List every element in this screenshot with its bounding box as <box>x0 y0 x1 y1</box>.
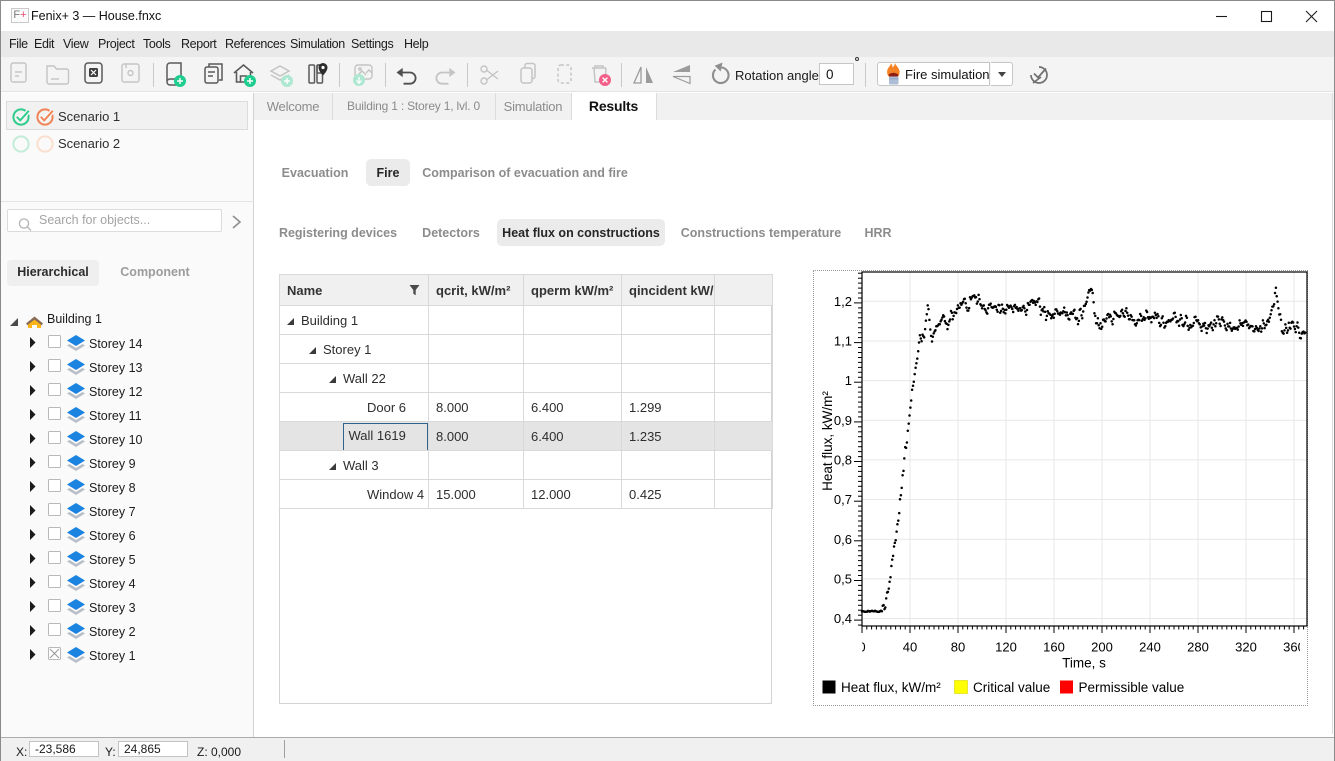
svg-text:320: 320 <box>1235 640 1257 655</box>
svg-text:Critical value: Critical value <box>973 680 1050 695</box>
svg-text:200: 200 <box>1091 640 1113 655</box>
svg-text:360: 360 <box>1283 640 1305 655</box>
svg-text:Heat flux, kW/m²: Heat flux, kW/m² <box>841 680 941 695</box>
svg-text:1: 1 <box>845 373 852 388</box>
svg-text:1,1: 1,1 <box>834 334 852 349</box>
svg-text:160: 160 <box>1043 640 1065 655</box>
svg-text:280: 280 <box>1187 640 1209 655</box>
svg-text:1,2: 1,2 <box>834 294 852 309</box>
svg-text:0,9: 0,9 <box>834 413 852 428</box>
svg-text:0,5: 0,5 <box>834 572 852 587</box>
svg-text:0,4: 0,4 <box>834 611 852 626</box>
svg-text:0,7: 0,7 <box>834 492 852 507</box>
svg-text:0,8: 0,8 <box>834 453 852 468</box>
svg-text:0,6: 0,6 <box>834 532 852 547</box>
svg-text:0: 0 <box>858 640 865 655</box>
svg-text:Time, s: Time, s <box>1062 656 1106 671</box>
svg-text:40: 40 <box>903 640 917 655</box>
svg-text:Heat flux, kW/m²: Heat flux, kW/m² <box>820 391 835 491</box>
svg-text:Permissible value: Permissible value <box>1079 680 1185 695</box>
svg-text:80: 80 <box>951 640 965 655</box>
svg-text:240: 240 <box>1139 640 1161 655</box>
svg-text:120: 120 <box>995 640 1017 655</box>
